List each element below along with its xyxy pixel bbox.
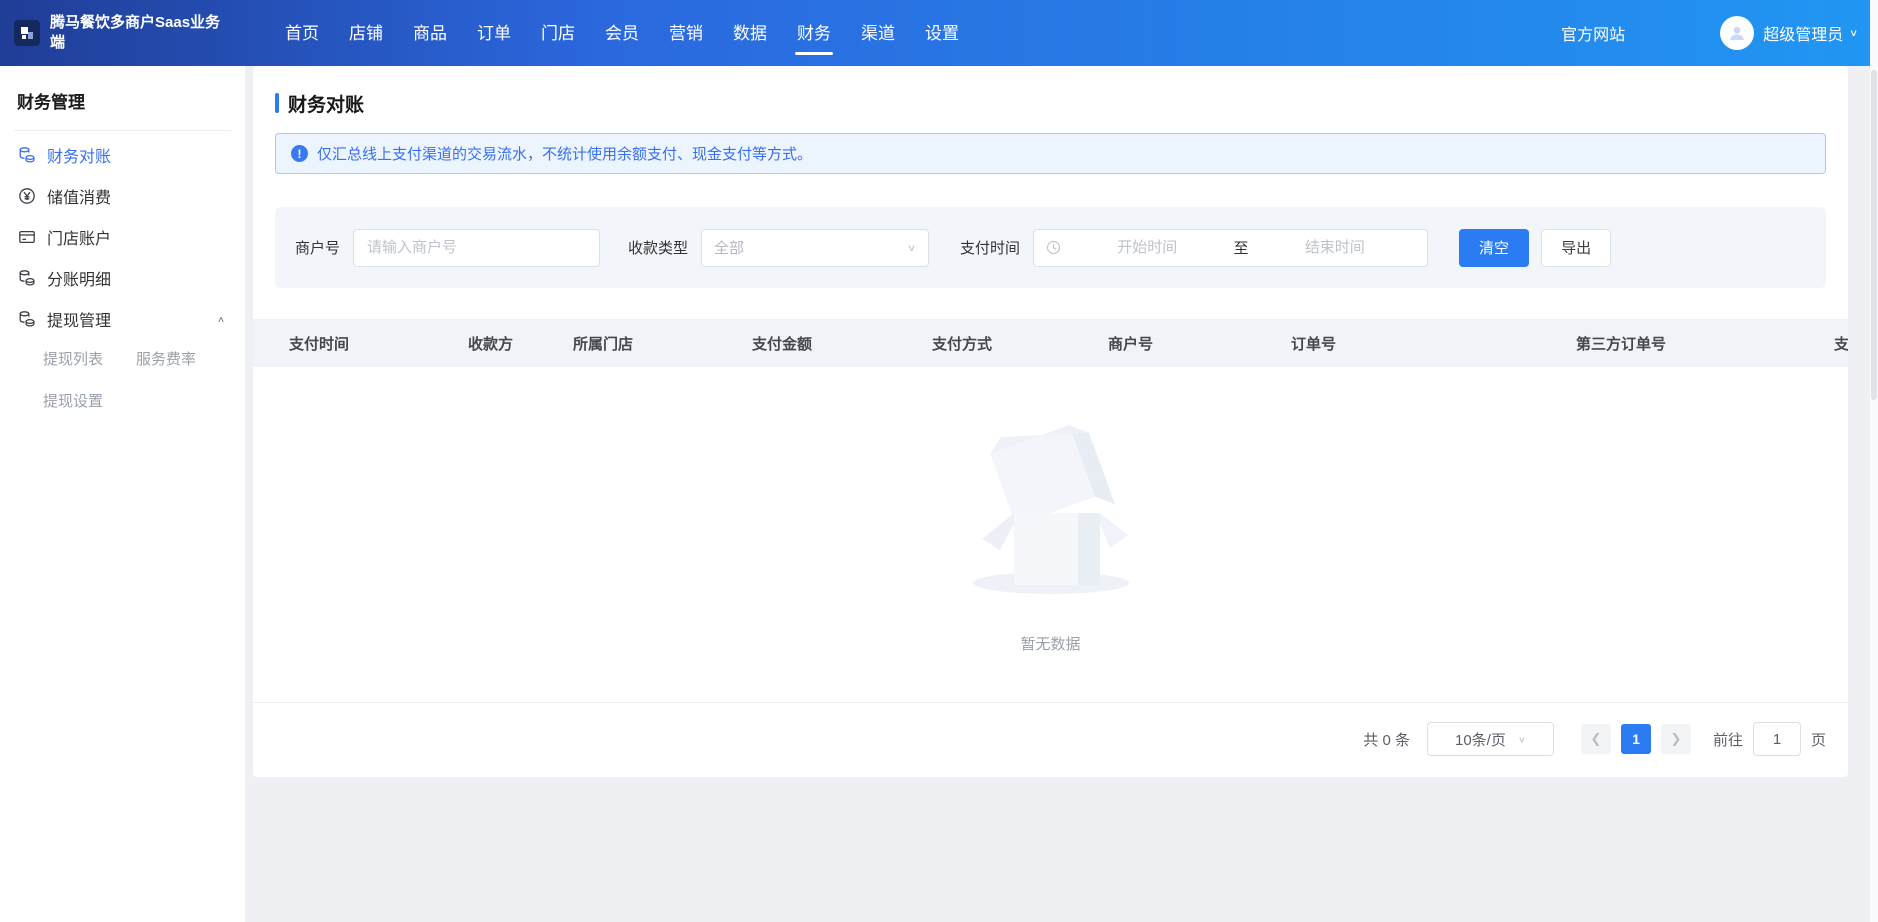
- person-icon: [1727, 23, 1747, 43]
- logo-area: 腾马餐饮多商户Saas业务端: [0, 0, 245, 66]
- filter-panel: 商户号 收款类型 全部 ∨ 支付时间 至 清空 导出: [275, 207, 1826, 288]
- sidebar-item-label: 门店账户: [47, 225, 111, 249]
- payment-type-value: 全部: [714, 237, 744, 258]
- col-order-id: 订单号: [1291, 333, 1576, 354]
- nav-item-channels[interactable]: 渠道: [861, 5, 895, 62]
- brand-logo-icon: [14, 20, 40, 46]
- chevron-down-icon[interactable]: ∨: [1849, 27, 1858, 38]
- nav-item-orders[interactable]: 订单: [477, 5, 511, 62]
- page-size-select[interactable]: 10条/页 ∨: [1427, 722, 1554, 756]
- empty-box-illustration: [956, 417, 1146, 597]
- page-size-value: 10条/页: [1455, 729, 1506, 750]
- info-alert: ! 仅汇总线上支付渠道的交易流水，不统计使用余额支付、现金支付等方式。: [275, 133, 1826, 174]
- chevron-down-icon: ∨: [1518, 734, 1526, 744]
- official-site-link[interactable]: 官方网站: [1561, 21, 1625, 45]
- scrollbar-track[interactable]: [1870, 0, 1878, 922]
- alert-text: 仅汇总线上支付渠道的交易流水，不统计使用余额支付、现金支付等方式。: [317, 143, 812, 164]
- chevron-right-icon: ❯: [1671, 731, 1682, 747]
- goto-label: 前往: [1713, 729, 1743, 750]
- coins-icon: [17, 310, 36, 329]
- sidebar-item-stored-value[interactable]: 储值消费: [0, 176, 245, 216]
- next-page-button[interactable]: ❯: [1661, 724, 1691, 754]
- yen-circle-icon: [17, 187, 36, 206]
- sidebar-item-label: 财务对账: [47, 143, 111, 167]
- merchant-id-input[interactable]: [353, 229, 600, 267]
- clear-button[interactable]: 清空: [1459, 229, 1529, 267]
- sidebar-item-label: 提现管理: [47, 307, 111, 331]
- sidebar-item-store-account[interactable]: 门店账户: [0, 217, 245, 257]
- export-button[interactable]: 导出: [1541, 229, 1611, 267]
- chevron-up-icon[interactable]: ∧: [217, 314, 225, 324]
- main-menu: 首页 店铺 商品 订单 门店 会员 营销 数据 财务 渠道 设置: [245, 5, 959, 62]
- nav-item-settings[interactable]: 设置: [925, 5, 959, 62]
- info-icon: !: [291, 145, 308, 162]
- sidebar-item-label: 储值消费: [47, 184, 111, 208]
- sidebar-title: 财务管理: [0, 88, 245, 113]
- sidebar-item-split-detail[interactable]: 分账明细: [0, 258, 245, 298]
- page-title: 财务对账: [288, 90, 364, 117]
- coins-icon: [17, 146, 36, 165]
- payment-type-label: 收款类型: [628, 237, 688, 258]
- sidebar-item-label: 分账明细: [47, 266, 111, 290]
- nav-item-members[interactable]: 会员: [605, 5, 639, 62]
- user-avatar[interactable]: [1720, 16, 1754, 50]
- sidebar-item-withdraw-management[interactable]: 提现管理 ∧: [0, 299, 245, 339]
- brand-title: 腾马餐饮多商户Saas业务端: [50, 13, 228, 53]
- nav-item-stores[interactable]: 门店: [541, 5, 575, 62]
- withdraw-submenu: 提现列表 服务费率 提现设置: [0, 339, 245, 423]
- nav-item-shop[interactable]: 店铺: [349, 5, 383, 62]
- sidebar-item-reconciliation[interactable]: 财务对账: [0, 135, 245, 175]
- pay-time-label: 支付时间: [960, 237, 1020, 258]
- page-title-row: 财务对账: [275, 90, 1826, 116]
- col-third-party-order-id: 第三方订单号: [1576, 333, 1834, 354]
- chevron-left-icon: ❮: [1591, 731, 1602, 747]
- end-time-input[interactable]: [1255, 239, 1416, 256]
- col-clipped: 支付: [1834, 333, 1848, 354]
- nav-item-home[interactable]: 首页: [285, 5, 319, 62]
- merchant-id-label: 商户号: [295, 237, 340, 258]
- goto-page-input[interactable]: [1753, 722, 1801, 756]
- total-count: 共 0 条: [1363, 729, 1410, 750]
- nav-right-area: 官方网站 超级管理员 ∨: [1561, 16, 1878, 50]
- col-pay-time: 支付时间: [289, 333, 468, 354]
- nav-item-goods[interactable]: 商品: [413, 5, 447, 62]
- nav-item-data[interactable]: 数据: [733, 5, 767, 62]
- col-merchant-id: 商户号: [1108, 333, 1291, 354]
- col-pay-method: 支付方式: [932, 333, 1108, 354]
- nav-item-marketing[interactable]: 营销: [669, 5, 703, 62]
- divider: [14, 130, 231, 131]
- table-header-row: 支付时间 收款方 所属门店 支付金额 支付方式 商户号 订单号 第三方订单号 支…: [253, 319, 1848, 367]
- empty-text: 暂无数据: [1020, 633, 1080, 654]
- main-content-card: 财务对账 ! 仅汇总线上支付渠道的交易流水，不统计使用余额支付、现金支付等方式。…: [253, 66, 1848, 777]
- scrollbar-thumb[interactable]: [1871, 70, 1877, 400]
- submenu-item-withdraw-list[interactable]: 提现列表: [43, 339, 136, 381]
- page-number-1[interactable]: 1: [1621, 724, 1651, 754]
- pagination: 共 0 条 10条/页 ∨ ❮ 1 ❯ 前往 页: [275, 722, 1826, 756]
- col-amount: 支付金额: [752, 333, 932, 354]
- col-store: 所属门店: [573, 333, 752, 354]
- page-unit-label: 页: [1811, 729, 1826, 750]
- sidebar: 财务管理 财务对账 储值消费: [0, 66, 245, 922]
- start-time-input[interactable]: [1067, 239, 1228, 256]
- prev-page-button[interactable]: ❮: [1581, 724, 1611, 754]
- submenu-item-withdraw-settings[interactable]: 提现设置: [43, 381, 136, 423]
- bank-card-icon: [17, 228, 36, 247]
- pay-time-range-picker[interactable]: 至: [1033, 229, 1428, 267]
- col-payee: 收款方: [468, 333, 573, 354]
- submenu-item-service-rate[interactable]: 服务费率: [136, 339, 229, 381]
- empty-state: 暂无数据: [253, 367, 1848, 703]
- date-range-separator: 至: [1228, 237, 1255, 258]
- coins-icon: [17, 269, 36, 288]
- clock-icon: [1046, 240, 1061, 255]
- payment-type-select[interactable]: 全部 ∨: [701, 229, 929, 267]
- chevron-down-icon: ∨: [907, 242, 916, 253]
- user-name[interactable]: 超级管理员: [1763, 21, 1843, 45]
- nav-item-finance[interactable]: 财务: [797, 5, 831, 62]
- title-accent-bar: [275, 93, 279, 113]
- top-navigation: 腾马餐饮多商户Saas业务端 首页 店铺 商品 订单 门店 会员 营销 数据 财…: [0, 0, 1878, 66]
